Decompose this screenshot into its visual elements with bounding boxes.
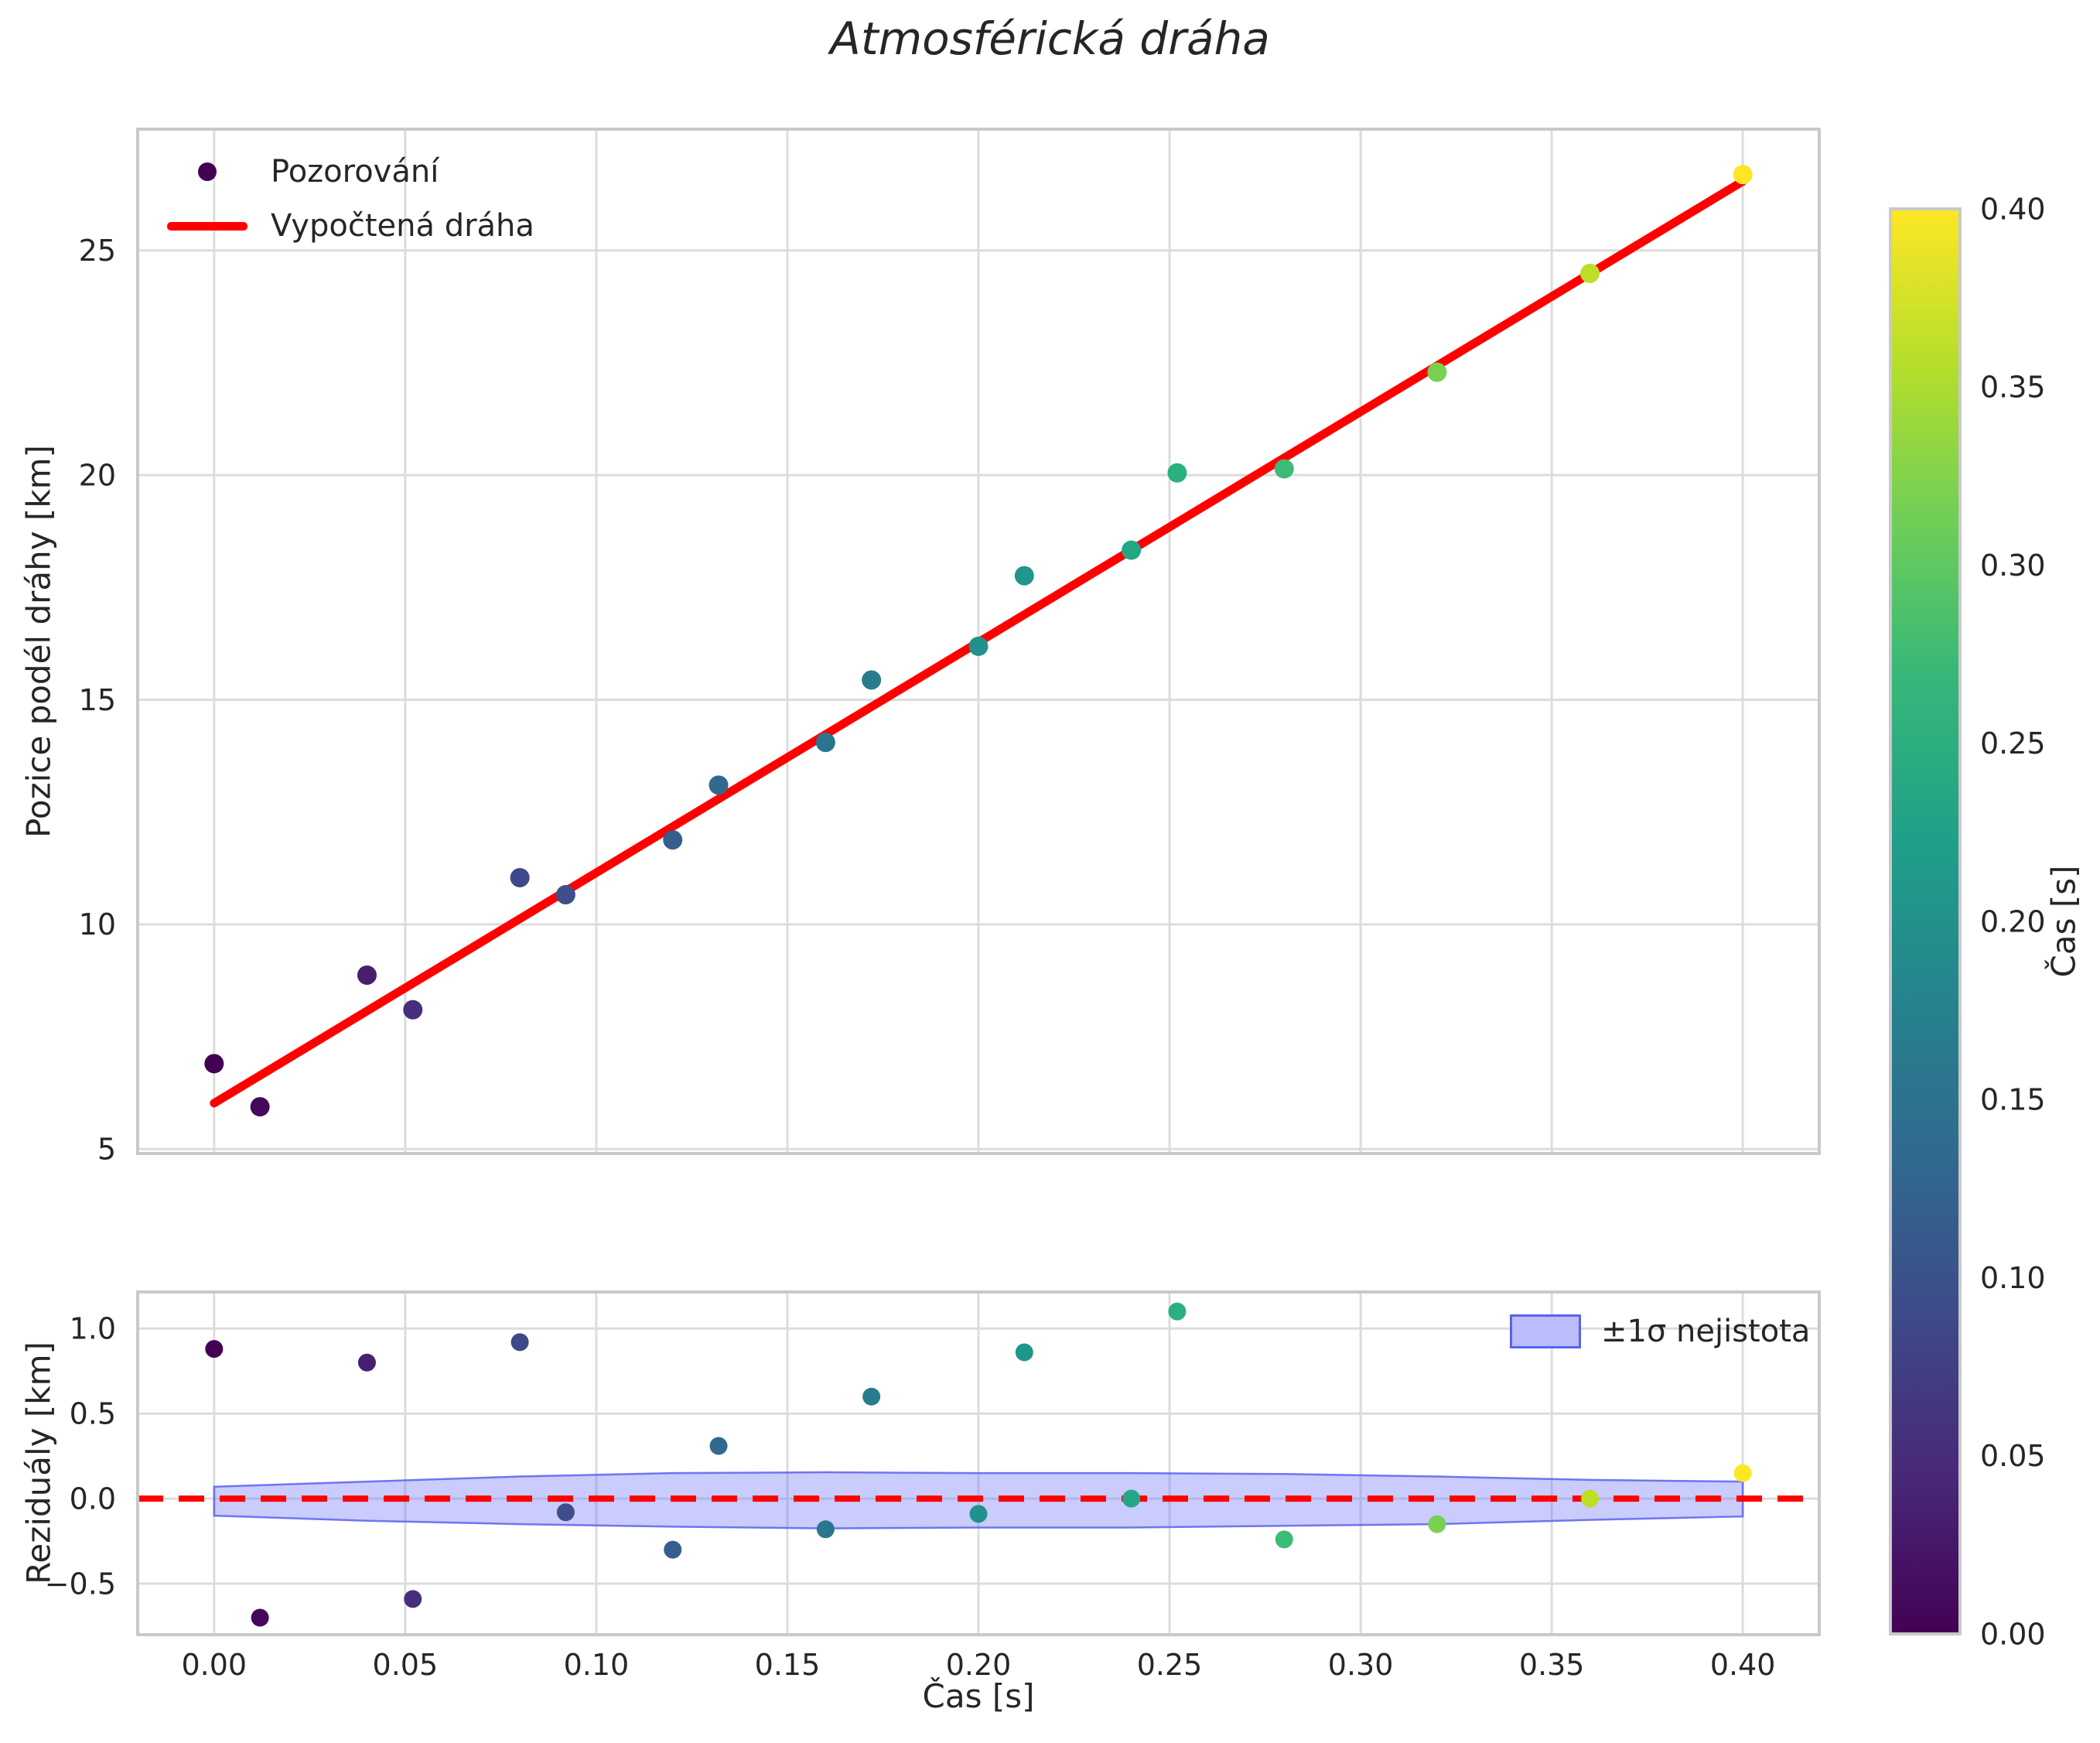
scatter-point <box>204 1054 224 1073</box>
main-plot: 5 10 15 20 25 <box>79 129 1819 1166</box>
fit-line-sample-icon <box>167 222 248 231</box>
chart-canvas: 5101520251.00.50.0−0.50.000.050.100.150.… <box>0 0 2100 1743</box>
residual-point <box>970 1505 988 1523</box>
scatter-point <box>510 868 530 887</box>
main-y-tick-label: 5 <box>97 1132 116 1166</box>
residual-point <box>1122 1490 1140 1508</box>
legend-item-fit-line: Vypočtená dráha <box>164 204 534 248</box>
x-tick-label: 0.00 <box>182 1648 248 1682</box>
scatter-point <box>403 1000 422 1020</box>
scatter-point <box>862 670 881 689</box>
scatter-point <box>1015 566 1034 586</box>
scatter-point <box>251 1097 270 1116</box>
scatter-point <box>709 775 729 795</box>
scatter-point <box>1580 264 1600 283</box>
colorbar-tick-label: 0.30 <box>1980 549 2046 583</box>
residual-y-axis-label: Reziduály [km] <box>20 1341 58 1584</box>
main-y-tick-label: 25 <box>79 234 116 268</box>
legend-label-fit-line: Vypočtená dráha <box>271 208 534 244</box>
colorbar-tick-label: 0.35 <box>1980 371 2046 405</box>
residual-point <box>710 1437 728 1454</box>
residual-y-tick-label: 0.5 <box>70 1396 116 1430</box>
x-axis-label: Čas [s] <box>923 1677 1035 1715</box>
legend-label-observations: Pozorování <box>271 154 439 190</box>
scatter-point <box>663 830 682 849</box>
legend-label-uncertainty: ±1σ nejistota <box>1601 1314 1810 1349</box>
scatter-point <box>1122 541 1141 560</box>
scatter-point <box>969 637 989 656</box>
x-tick-label: 0.15 <box>755 1648 821 1682</box>
x-tick-label: 0.10 <box>564 1648 630 1682</box>
residual-point <box>557 1503 575 1521</box>
scatter-point <box>1275 460 1294 479</box>
colorbar-tick-label: 0.40 <box>1980 192 2046 226</box>
colorbar-gradient <box>1890 209 1960 1634</box>
legend-item-observations: Pozorování <box>164 150 534 193</box>
scatter-point <box>556 885 575 904</box>
main-y-tick-label: 10 <box>79 907 116 942</box>
residual-point <box>251 1609 269 1627</box>
main-y-axis-label: Pozice podél dráhy [km] <box>20 445 58 838</box>
main-y-tick-label: 20 <box>79 458 116 492</box>
x-tick-label: 0.30 <box>1328 1648 1394 1682</box>
colorbar: 0.00 0.05 0.10 0.15 0.20 0.25 0.30 0.35 0.40 <box>1890 192 2046 1651</box>
scatter-point <box>1733 165 1753 184</box>
colorbar-label: Čas [s] <box>2045 866 2083 978</box>
residual-point <box>1275 1530 1293 1548</box>
uncertainty-band-swatch-icon <box>1510 1314 1581 1348</box>
residual-point <box>404 1590 422 1608</box>
residual-point <box>664 1541 681 1559</box>
residual-point <box>358 1354 376 1372</box>
scatter-point <box>816 733 835 752</box>
residual-point <box>817 1520 835 1538</box>
residual-point <box>1581 1490 1599 1508</box>
residual-point <box>1168 1303 1186 1321</box>
figure: { "chart_data": { "type": "scatter", "ti… <box>0 0 2100 1743</box>
colorbar-tick-label: 0.00 <box>1980 1617 2046 1651</box>
residual-plot: 1.00.50.0−0.50.000.050.100.150.200.250.3… <box>45 1292 1819 1682</box>
colorbar-tick-label: 0.10 <box>1980 1261 2046 1295</box>
x-tick-label: 0.05 <box>373 1648 439 1682</box>
colorbar-tick-label: 0.05 <box>1980 1439 2046 1473</box>
colorbar-tick-label: 0.20 <box>1980 904 2046 938</box>
chart-title: Atmosférická dráha <box>0 12 2100 65</box>
main-legend: Pozorování Vypočtená dráha <box>164 150 534 248</box>
residual-point <box>1428 1516 1446 1533</box>
residual-point <box>1016 1344 1033 1362</box>
colorbar-tick-label: 0.25 <box>1980 726 2046 760</box>
x-tick-label: 0.25 <box>1137 1648 1203 1682</box>
residual-point <box>1734 1464 1752 1482</box>
residual-legend: ±1σ nejistota <box>1510 1314 1810 1349</box>
colorbar-tick-label: 0.15 <box>1980 1083 2046 1117</box>
residual-y-tick-label: 0.0 <box>70 1482 116 1516</box>
residual-point <box>511 1333 529 1351</box>
scatter-point <box>357 965 377 985</box>
observation-marker-icon <box>198 162 217 181</box>
residual-y-tick-label: 1.0 <box>70 1312 116 1346</box>
residual-point <box>205 1340 223 1358</box>
scatter-point <box>1167 463 1187 483</box>
scatter-point <box>1427 363 1446 382</box>
x-tick-label: 0.40 <box>1710 1648 1776 1682</box>
main-y-tick-label: 15 <box>79 683 116 717</box>
x-tick-label: 0.35 <box>1519 1648 1585 1682</box>
residual-point <box>862 1388 880 1406</box>
